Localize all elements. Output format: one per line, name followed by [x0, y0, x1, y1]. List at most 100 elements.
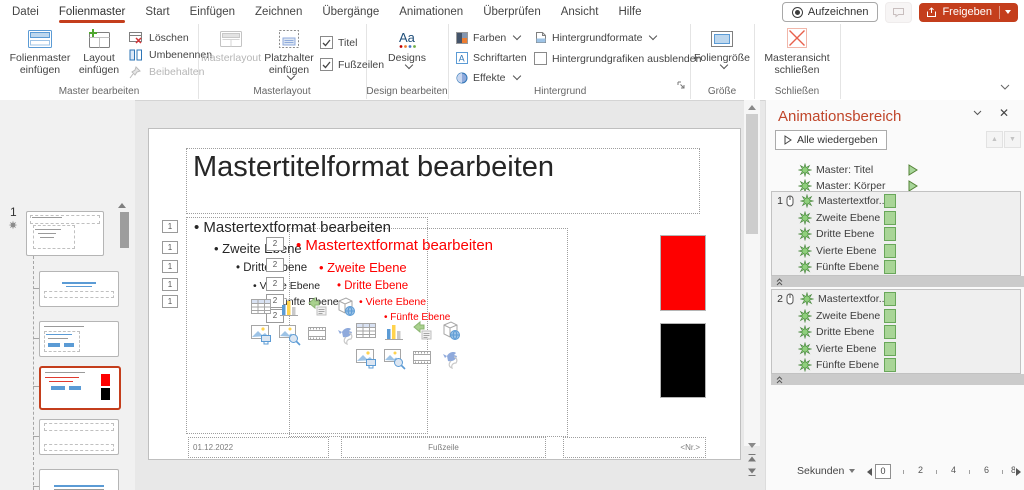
timing-bar[interactable] — [884, 260, 896, 274]
animation-badge-1[interactable]: 1 — [162, 241, 178, 254]
animation-item[interactable]: 2 Mastertextfor... — [774, 291, 887, 307]
picture-icon[interactable] — [354, 346, 378, 370]
date-placeholder[interactable]: 01.12.2022 — [188, 437, 329, 458]
slide-thumbnail-layout-1[interactable] — [39, 271, 119, 307]
animation-item-master-title[interactable]: Master: Titel — [798, 162, 873, 178]
timing-bar[interactable] — [884, 227, 896, 241]
menu-tab-datei[interactable]: Datei — [12, 0, 39, 24]
collapse-ribbon-button[interactable] — [1000, 77, 1010, 95]
animation-item[interactable]: Zweite Ebene — [798, 308, 880, 324]
slide-number-placeholder[interactable]: <Nr.> — [563, 437, 706, 458]
menu-tab-folienmaster[interactable]: Folienmaster — [59, 0, 125, 24]
picture-icon[interactable] — [249, 322, 273, 346]
stock-image-icon[interactable] — [277, 322, 301, 346]
slide-canvas[interactable]: Mastertitelformat bearbeiten • Mastertex… — [148, 128, 741, 460]
table-icon[interactable] — [354, 319, 378, 343]
video-icon[interactable] — [305, 322, 329, 346]
effects-button[interactable]: Effekte — [456, 70, 520, 85]
pane-close-icon[interactable]: ✕ — [999, 106, 1009, 120]
timing-bar[interactable] — [884, 325, 896, 339]
menu-tab-uebergaenge[interactable]: Übergänge — [322, 0, 379, 24]
animation-item[interactable]: Dritte Ebene — [798, 226, 874, 242]
share-dropdown-icon[interactable] — [1005, 10, 1011, 14]
record-button[interactable]: Aufzeichnen — [782, 2, 879, 22]
timeline-zero-marker[interactable]: 0 — [875, 464, 891, 479]
timing-bar[interactable] — [884, 358, 896, 372]
seconds-dropdown[interactable]: Sekunden — [797, 465, 855, 477]
slide-thumbnail-layout-3-selected[interactable] — [39, 366, 121, 410]
colors-button[interactable]: Farben — [456, 30, 520, 45]
timing-bar[interactable] — [884, 342, 896, 356]
timing-bar[interactable] — [884, 194, 896, 208]
collapse-group-bar[interactable] — [771, 374, 1024, 385]
3d-model-icon[interactable] — [333, 295, 357, 319]
animation-item[interactable]: Vierte Ebene — [798, 243, 877, 259]
animation-item[interactable]: Zweite Ebene — [798, 210, 880, 226]
menu-tab-ueberpruefen[interactable]: Überprüfen — [483, 0, 541, 24]
animation-item[interactable]: Fünfte Ebene — [798, 357, 879, 373]
timing-bar[interactable] — [884, 211, 896, 225]
delete-button[interactable]: Löschen — [128, 30, 189, 45]
animation-item[interactable]: Fünfte Ebene — [798, 259, 879, 275]
3d-model-icon[interactable] — [438, 319, 462, 343]
animation-badge-1[interactable]: 1 — [162, 260, 178, 273]
timing-bar[interactable] — [884, 292, 896, 306]
outline-red-level4[interactable]: • Vierte Ebene — [359, 296, 426, 308]
timing-bar[interactable] — [884, 244, 896, 258]
outline-red-level3[interactable]: • Dritte Ebene — [337, 280, 408, 292]
chart-icon[interactable] — [382, 319, 406, 343]
menu-tab-animationen[interactable]: Animationen — [399, 0, 463, 24]
next-slide-icon[interactable] — [747, 467, 757, 477]
collapse-group-bar[interactable] — [771, 276, 1024, 287]
animation-item[interactable]: Vierte Ebene — [798, 341, 877, 357]
animation-badge-1[interactable]: 1 — [162, 278, 178, 291]
smartart-icon[interactable] — [305, 295, 329, 319]
animation-badge-2[interactable]: 2 — [266, 258, 284, 272]
outline-red-level2[interactable]: • Zweite Ebene — [319, 260, 407, 275]
menu-tab-einfuegen[interactable]: Einfügen — [190, 0, 235, 24]
editor-scroll-down-icon[interactable] — [747, 442, 757, 449]
insert-layout-button[interactable]: Layout einfügen — [74, 27, 124, 76]
outline-level1[interactable]: • Mastertextformat bearbeiten — [194, 219, 391, 236]
table-icon[interactable] — [249, 295, 273, 319]
slide-thumbnail-layout-5[interactable] — [39, 469, 119, 490]
thumbnails-scrollbar-thumb[interactable] — [120, 212, 129, 248]
editor-scrollbar-thumb[interactable] — [746, 114, 758, 234]
slide-size-button[interactable]: Foliengröße — [694, 27, 750, 68]
menu-tab-ansicht[interactable]: Ansicht — [561, 0, 599, 24]
pane-options-chevron-icon[interactable] — [973, 110, 982, 116]
menu-tab-zeichnen[interactable]: Zeichnen — [255, 0, 302, 24]
background-styles-button[interactable]: Hintergrundformate — [534, 30, 656, 45]
video-icon[interactable] — [410, 346, 434, 370]
animation-badge-2[interactable]: 2 — [266, 237, 284, 251]
insert-slide-master-button[interactable]: Folienmaster einfügen — [8, 27, 72, 76]
slide-thumbnail-layout-4[interactable] — [39, 419, 119, 455]
thumbnails-scroll-up-icon[interactable] — [117, 202, 127, 209]
chart-icon[interactable] — [277, 295, 301, 319]
outline-level2[interactable]: • Zweite Ebene — [214, 241, 302, 256]
slide-thumbnail-master[interactable] — [26, 211, 104, 256]
animation-badge-1[interactable]: 1 — [162, 220, 178, 233]
animation-item[interactable]: 1 Mastertextfor... — [774, 193, 887, 209]
timeline-scroll-right-icon[interactable] — [1016, 468, 1021, 476]
play-all-button[interactable]: Alle wiedergeben — [775, 130, 887, 150]
slide-thumbnail-layout-2[interactable] — [39, 321, 119, 357]
title-checkbox[interactable]: Titel — [320, 35, 357, 50]
insert-placeholder-button[interactable]: Platzhalter einfügen — [260, 27, 318, 79]
share-button[interactable]: Freigeben — [919, 3, 1018, 22]
comments-button[interactable] — [885, 2, 912, 23]
themes-button[interactable]: Aa Designs — [377, 27, 437, 68]
editor-scroll-up-icon[interactable] — [747, 104, 757, 111]
menu-tab-hilfe[interactable]: Hilfe — [618, 0, 641, 24]
fonts-button[interactable]: A Schriftarten — [456, 50, 541, 65]
previous-slide-icon[interactable] — [747, 453, 757, 463]
outline-level4[interactable]: • Vierte Ebene — [253, 280, 320, 292]
timing-bar[interactable] — [884, 309, 896, 323]
menu-tab-start[interactable]: Start — [145, 0, 169, 24]
smartart-icon[interactable] — [410, 319, 434, 343]
animation-badge-1[interactable]: 1 — [162, 295, 178, 308]
close-master-view-button[interactable]: Masteransicht schließen — [761, 27, 833, 76]
red-rectangle-shape[interactable] — [660, 235, 706, 311]
slide-title-text[interactable]: Mastertitelformat bearbeiten — [193, 151, 554, 184]
animation-item[interactable]: Dritte Ebene — [798, 324, 874, 340]
